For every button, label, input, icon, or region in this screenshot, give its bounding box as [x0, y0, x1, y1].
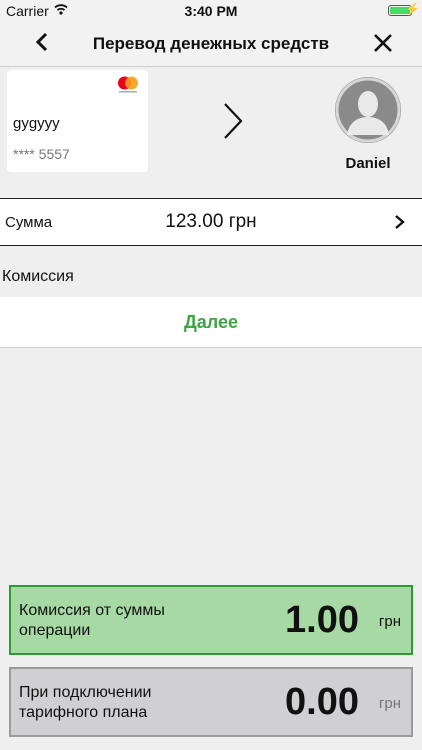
fee-amount: 0.00 [285, 681, 359, 723]
fee-label: Комиссия от суммы операции [19, 602, 165, 639]
source-card[interactable]: gygyyy **** 5557 [7, 70, 148, 172]
next-button-label: Далее [183, 312, 239, 332]
fee-label: При подключении тарифного плана [19, 684, 152, 721]
card-holder-name: gygyyy [13, 115, 60, 132]
amount-row[interactable]: Сумма 123.00 грн [0, 198, 422, 246]
fee-currency: грн [378, 695, 401, 712]
fee-amount: 1.00 [285, 599, 359, 641]
navigation-bar: Перевод денежных средств [0, 22, 422, 67]
next-button[interactable]: Далее [0, 297, 422, 348]
commission-label: Комиссия [2, 268, 74, 285]
person-silhouette-icon [335, 77, 401, 143]
chevron-right-icon [224, 103, 243, 139]
commission-fee-box: Комиссия от суммы операции 1.00 грн [9, 585, 413, 655]
chevron-right-icon [395, 215, 405, 229]
charging-bolt-icon: ⚡ [405, 2, 420, 16]
fee-currency: грн [378, 613, 401, 630]
recipient-avatar[interactable] [335, 77, 401, 143]
mastercard-logo-icon [118, 76, 138, 93]
status-bar: Carrier 3:40 PM ⚡ [0, 0, 422, 22]
recipient-name: Daniel [345, 155, 391, 172]
page-title: Перевод денежных средств [92, 34, 330, 53]
tariff-fee-box: При подключении тарифного плана 0.00 грн [9, 667, 413, 737]
card-number: **** 5557 [13, 146, 70, 162]
close-icon[interactable] [372, 32, 394, 54]
amount-value: 123.00 грн [165, 211, 257, 232]
clock: 3:40 PM [184, 3, 238, 19]
